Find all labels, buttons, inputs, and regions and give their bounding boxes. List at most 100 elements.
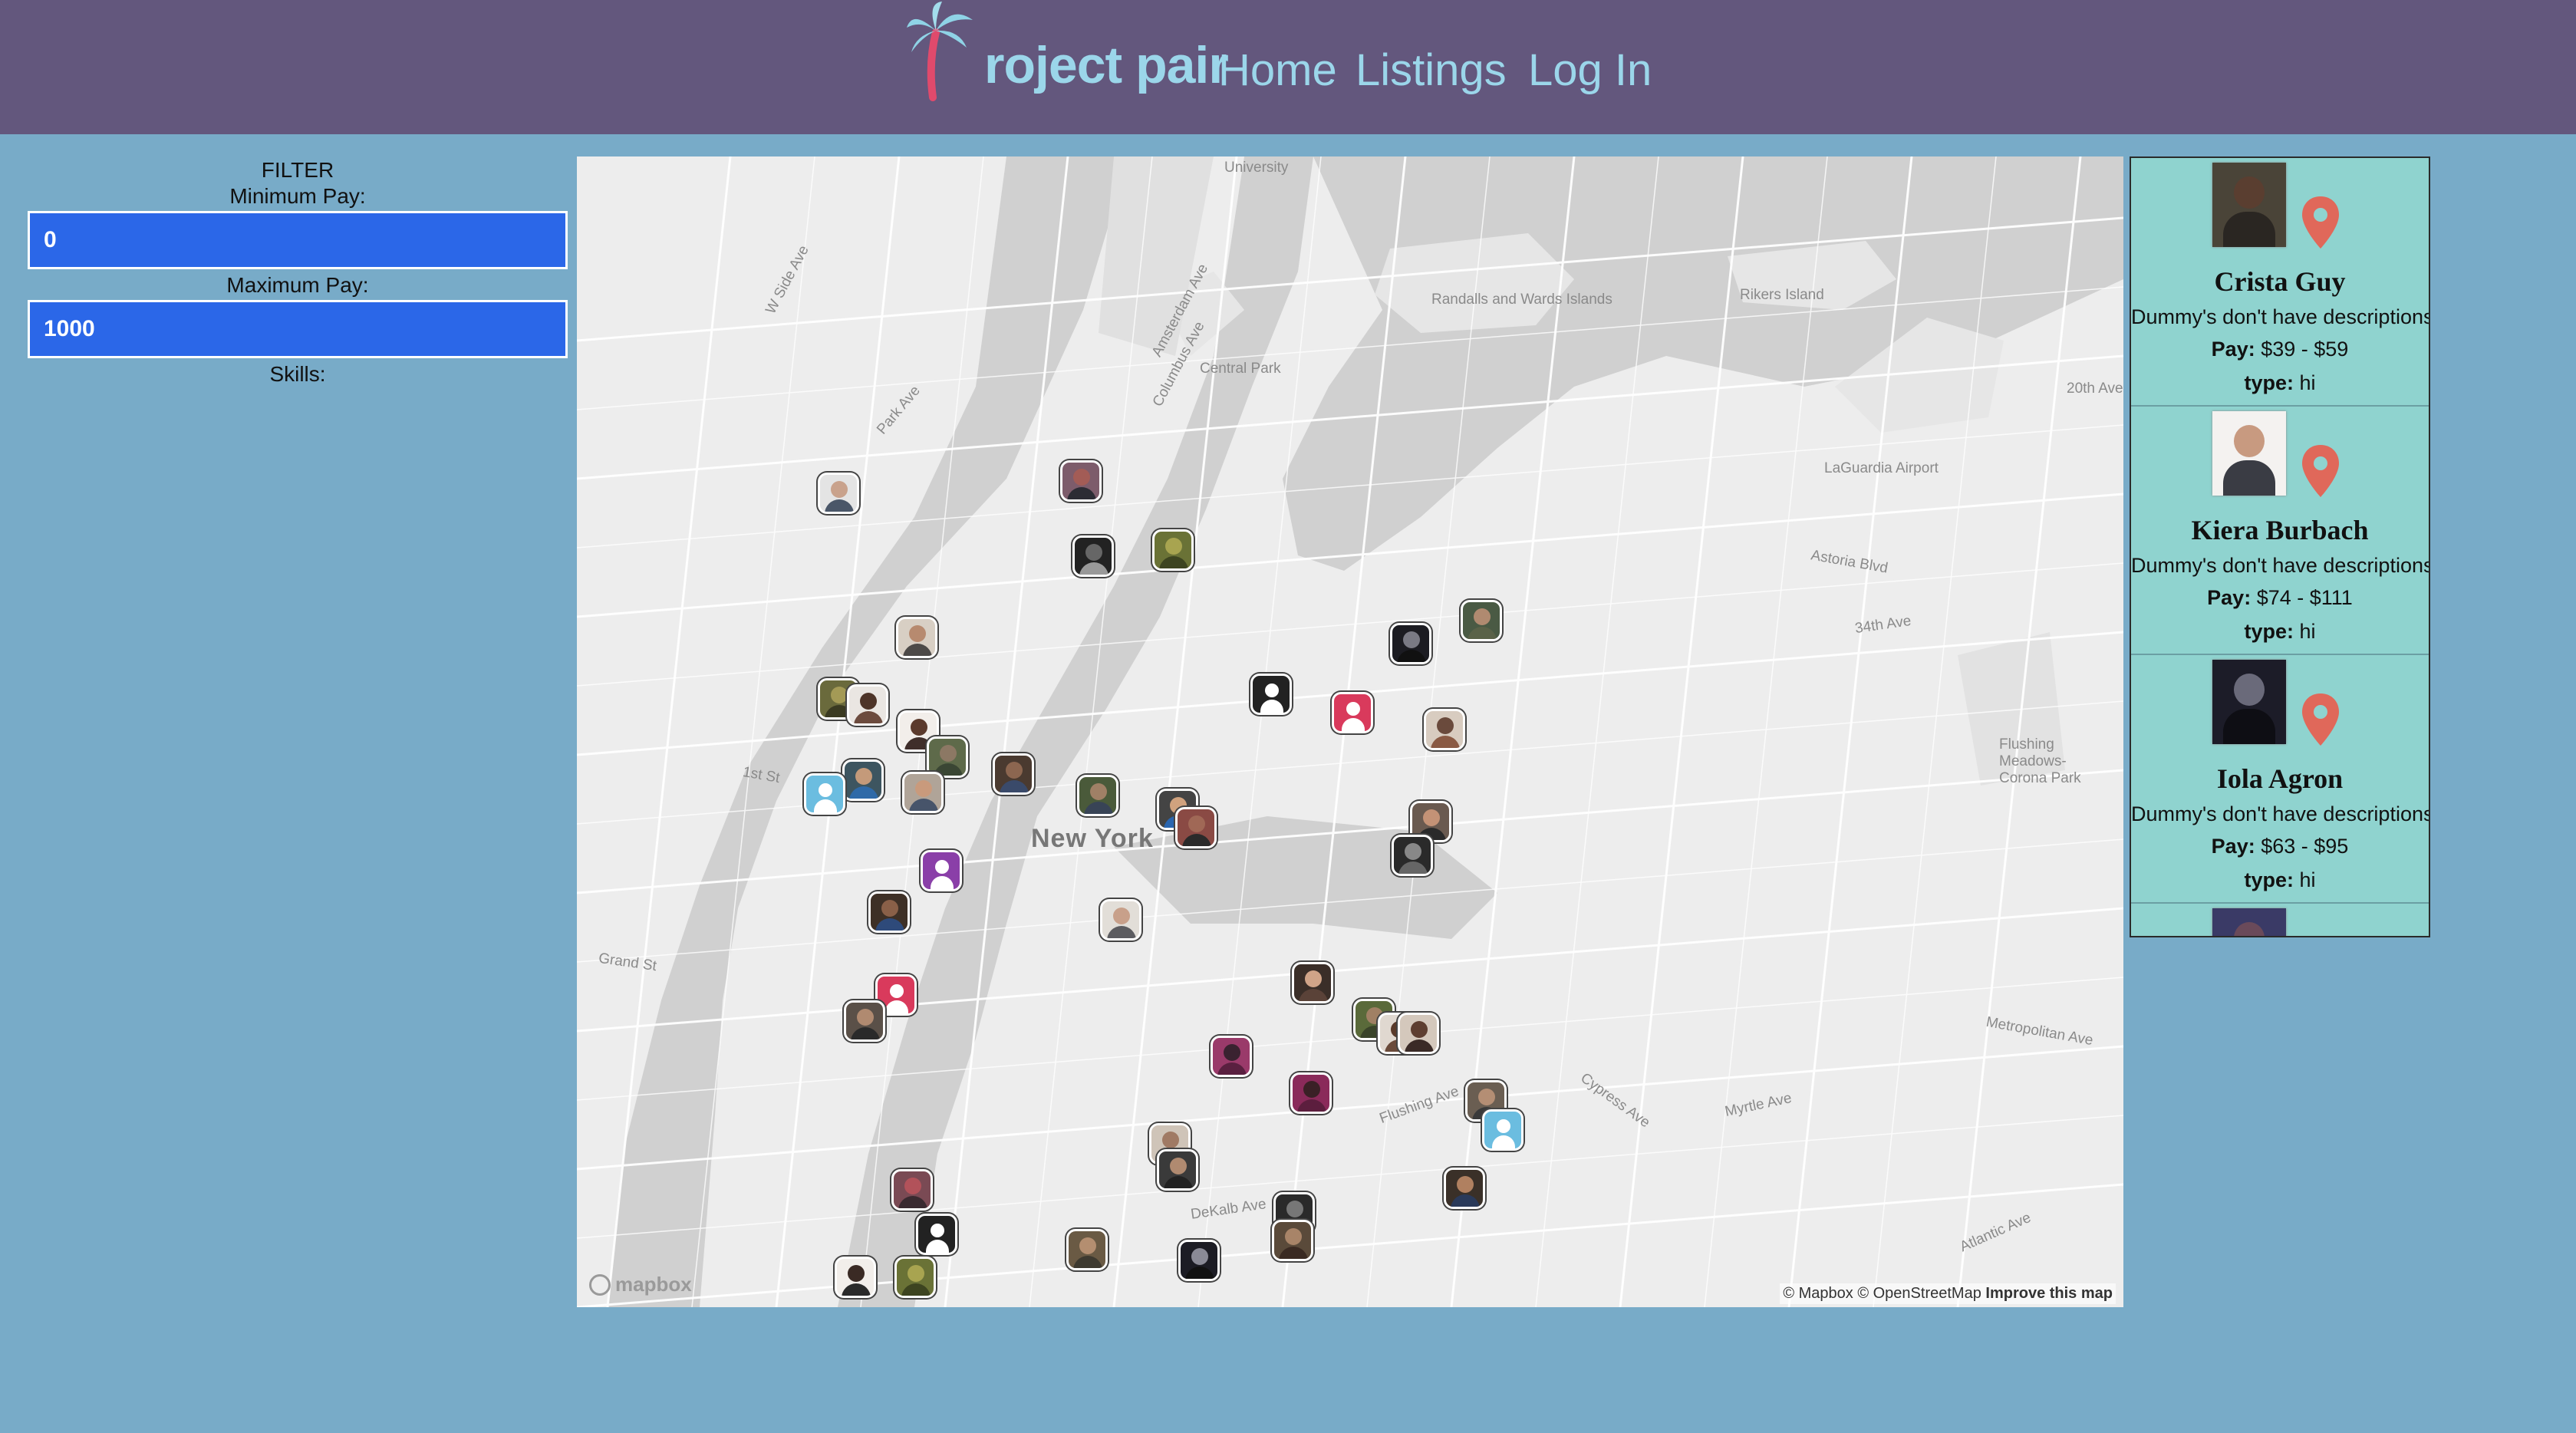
- pay-label: Pay:: [2207, 586, 2252, 609]
- location-pin-icon[interactable]: [2300, 443, 2341, 499]
- map-label-new-york: New York: [1031, 824, 1154, 853]
- min-pay-input[interactable]: [28, 211, 568, 269]
- skills-label: Skills:: [269, 362, 326, 386]
- map-marker-default-avatar[interactable]: [1250, 674, 1292, 715]
- map-marker[interactable]: [902, 772, 944, 813]
- map-marker[interactable]: [1100, 899, 1141, 941]
- map-marker[interactable]: [1060, 460, 1102, 502]
- nav-listings-link[interactable]: Listings: [1356, 44, 1507, 96]
- map-label-rikers: Rikers Island: [1740, 287, 1824, 303]
- map-marker[interactable]: [1424, 709, 1465, 750]
- improve-map-link[interactable]: Improve this map: [1985, 1285, 2113, 1302]
- max-pay-input[interactable]: [28, 300, 568, 358]
- attribution-text[interactable]: © Mapbox © OpenStreetMap: [1783, 1285, 1981, 1302]
- map-label-laguardia: LaGuardia Airport: [1824, 460, 1939, 476]
- map-marker[interactable]: [891, 1169, 933, 1211]
- type-value: hi: [2299, 371, 2316, 394]
- map-marker[interactable]: [1178, 1240, 1220, 1281]
- listing-type: type: hi: [2131, 868, 2429, 892]
- listing-avatar: [2212, 163, 2286, 247]
- map-marker-default-avatar[interactable]: [1482, 1109, 1524, 1151]
- map-marker[interactable]: [993, 753, 1034, 795]
- map-marker[interactable]: [1152, 529, 1194, 571]
- map-label-20th-ave: 20th Ave: [2067, 380, 2123, 397]
- logo-text: roject pair: [984, 36, 1229, 94]
- map-attribution: © Mapbox © OpenStreetMap Improve this ma…: [1780, 1283, 2116, 1304]
- map-view[interactable]: New York Randalls and Wards Islands Rike…: [577, 156, 2123, 1307]
- listing-card[interactable]: Crista Guy Dummy's don't have descriptio…: [2131, 158, 2429, 407]
- map-marker[interactable]: [1461, 600, 1502, 641]
- type-value: hi: [2299, 620, 2316, 643]
- listing-description: Dummy's don't have descriptions: [2131, 305, 2430, 328]
- map-marker-default-avatar[interactable]: [1332, 692, 1373, 733]
- map-marker[interactable]: [896, 617, 937, 658]
- pay-value: $74 - $111: [2256, 586, 2353, 609]
- map-marker[interactable]: [1211, 1036, 1252, 1077]
- map-label-central-park: Central Park: [1200, 361, 1281, 377]
- mapbox-logo[interactable]: mapbox: [589, 1273, 692, 1296]
- max-pay-label: Maximum Pay:: [226, 273, 369, 297]
- listing-name: Kiera Burbach: [2191, 515, 2369, 545]
- mapbox-circle-icon: [589, 1273, 611, 1296]
- min-pay-label: Minimum Pay:: [229, 184, 366, 208]
- map-label-flushing-meadows: Flushing Meadows-Corona Park: [1999, 736, 2081, 786]
- top-navbar: roject pair Home Listings Log In: [0, 0, 2576, 134]
- type-value: hi: [2299, 868, 2316, 891]
- map-marker[interactable]: [1157, 1149, 1198, 1191]
- nav-home-link[interactable]: Home: [1218, 44, 1337, 96]
- location-pin-icon[interactable]: [2300, 692, 2341, 747]
- listing-description: Dummy's don't have descriptions: [2131, 802, 2430, 825]
- map-marker[interactable]: [1077, 775, 1118, 816]
- palm-tree-icon: [907, 2, 973, 101]
- listings-panel[interactable]: Crista Guy Dummy's don't have descriptio…: [2130, 156, 2430, 937]
- map-marker[interactable]: [1292, 962, 1333, 1003]
- listing-type: type: hi: [2131, 371, 2429, 395]
- listing-name: Iola Agron: [2216, 763, 2344, 794]
- map-marker[interactable]: [1392, 835, 1433, 876]
- listing-pay: Pay: $63 - $95: [2131, 835, 2429, 858]
- map-marker[interactable]: [1272, 1220, 1313, 1261]
- listing-description: Dummy's don't have descriptions: [2131, 554, 2430, 577]
- type-label: type:: [2244, 868, 2294, 891]
- map-marker[interactable]: [1066, 1229, 1108, 1270]
- map-marker[interactable]: [1072, 535, 1114, 577]
- map-label-randalls: Randalls and Wards Islands: [1431, 292, 1612, 308]
- listing-avatar: [2212, 908, 2286, 936]
- map-marker[interactable]: [1290, 1072, 1332, 1114]
- location-pin-icon[interactable]: [2300, 195, 2341, 250]
- filter-panel: FILTER Minimum Pay: Maximum Pay: Skills:: [28, 157, 568, 387]
- pay-value: $63 - $95: [2261, 835, 2349, 858]
- project-pair-logo[interactable]: roject pair: [905, 2, 1229, 101]
- nav-login-link[interactable]: Log In: [1528, 44, 1652, 96]
- map-marker-default-avatar[interactable]: [921, 850, 962, 891]
- map-marker-default-avatar[interactable]: [916, 1214, 957, 1255]
- map-marker[interactable]: [842, 759, 884, 801]
- type-label: type:: [2244, 371, 2294, 394]
- map-marker[interactable]: [818, 473, 859, 514]
- map-marker[interactable]: [1398, 1013, 1439, 1054]
- filter-title: FILTER: [261, 158, 334, 182]
- map-marker[interactable]: [844, 1000, 885, 1042]
- listing-pay: Pay: $74 - $111: [2131, 586, 2429, 610]
- listing-type: type: hi: [2131, 620, 2429, 644]
- map-marker[interactable]: [1175, 807, 1217, 848]
- type-label: type:: [2244, 620, 2294, 643]
- map-marker[interactable]: [847, 684, 888, 726]
- listing-name: Crista Guy: [2214, 266, 2346, 297]
- pay-label: Pay:: [2211, 338, 2255, 361]
- listing-pay: Pay: $39 - $59: [2131, 338, 2429, 361]
- map-marker[interactable]: [868, 891, 910, 933]
- listing-card-partial[interactable]: [2131, 904, 2429, 936]
- map-marker[interactable]: [894, 1257, 936, 1298]
- map-marker[interactable]: [1390, 623, 1431, 664]
- listing-avatar: [2212, 660, 2286, 744]
- map-marker[interactable]: [1444, 1168, 1485, 1209]
- pay-label: Pay:: [2211, 835, 2255, 858]
- listing-card[interactable]: Iola Agron Dummy's don't have descriptio…: [2131, 655, 2429, 904]
- map-marker-default-avatar[interactable]: [804, 773, 845, 815]
- listing-avatar: [2212, 411, 2286, 496]
- map-label-university: University: [1224, 160, 1289, 176]
- pay-value: $39 - $59: [2261, 338, 2349, 361]
- map-marker[interactable]: [835, 1257, 876, 1298]
- listing-card[interactable]: Kiera Burbach Dummy's don't have descrip…: [2131, 407, 2429, 655]
